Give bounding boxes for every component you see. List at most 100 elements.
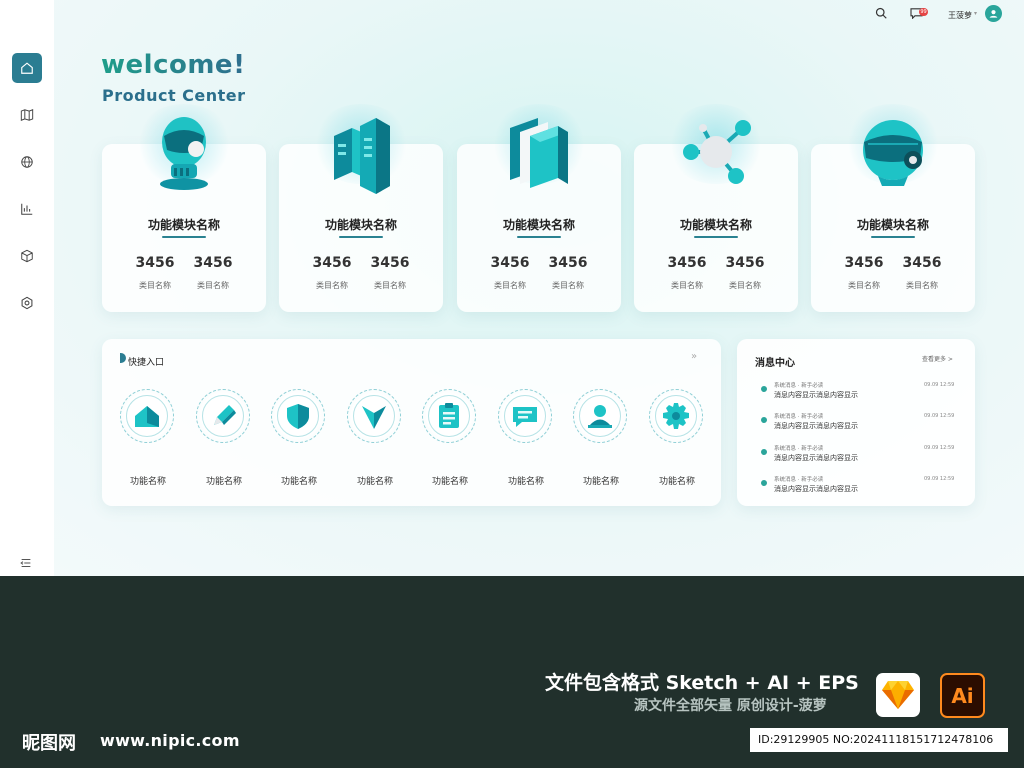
- stat-label: 类目名称: [848, 281, 880, 290]
- watermark-logo: 昵图网: [22, 733, 76, 754]
- bell-icon: [761, 449, 767, 455]
- module-title: 功能模块名称: [856, 218, 929, 232]
- message-type: 系统消息 · 新手必读: [774, 383, 824, 389]
- helmet-icon: [863, 120, 923, 186]
- stat-value: 3456: [490, 255, 530, 271]
- stat-value: 3456: [312, 255, 352, 271]
- stat-value: 3456: [844, 255, 884, 271]
- page-title: Product Center: [102, 86, 246, 105]
- message-center-title: 消息中心: [755, 358, 795, 369]
- section-marker: [120, 353, 126, 363]
- message-text: 消息内容显示消息内容显示: [774, 391, 858, 399]
- message-time: 09.09 12:59: [924, 382, 955, 388]
- message-time: 09.09 12:59: [924, 476, 955, 482]
- quick-item-label: 功能名称: [356, 477, 393, 487]
- stat-label: 类目名称: [552, 281, 584, 290]
- sidebar-item-chart[interactable]: [12, 194, 42, 224]
- file-stack-icon: [510, 118, 568, 188]
- quick-item-ring: [498, 389, 552, 443]
- username[interactable]: 王菠萝: [948, 10, 972, 21]
- quick-item-label: 功能名称: [582, 477, 619, 487]
- illustrator-logo: Ai: [940, 673, 985, 718]
- sidebar-item-globe[interactable]: [12, 147, 42, 177]
- molecule-icon: [683, 120, 751, 184]
- message-item[interactable]: 系统消息 · 新手必读 消息内容显示消息内容显示 09.09 12:59: [761, 412, 961, 436]
- pencil-icon: [214, 405, 236, 425]
- sidebar: [0, 0, 54, 576]
- bell-icon: [761, 480, 767, 486]
- banner-subline: 源文件全部矢量 原创设计-菠萝: [634, 698, 827, 714]
- buildings-icon: [334, 118, 390, 194]
- gear-icon: [663, 403, 689, 429]
- watermark-url: www.nipic.com: [100, 731, 240, 750]
- stat-label: 类目名称: [729, 281, 761, 290]
- stat-value: 3456: [902, 255, 942, 271]
- module-title: 功能模块名称: [679, 218, 752, 232]
- module-card-4[interactable]: 功能模块名称 3456 3456 类目名称 类目名称: [634, 104, 798, 312]
- collapse-menu-icon[interactable]: [19, 556, 33, 570]
- stat-label: 类目名称: [494, 281, 526, 290]
- quick-item-ring: [649, 389, 703, 443]
- message-time: 09.09 12:59: [924, 445, 955, 451]
- view-more-link[interactable]: 查看更多 >: [922, 354, 953, 363]
- shield-icon: [287, 404, 309, 429]
- robot-head-icon: [160, 117, 208, 190]
- user-icon: [588, 405, 612, 428]
- quick-item-label: 功能名称: [507, 477, 544, 487]
- globe-icon: [21, 156, 33, 168]
- app-window: 99 王菠萝 ▾ welcome! Product Center 功能模块名称 …: [0, 0, 1024, 576]
- quick-item-ring: [196, 389, 250, 443]
- module-card-2[interactable]: 功能模块名称 3456 3456 类目名称 类目名称: [279, 104, 443, 312]
- clipboard-icon: [439, 403, 459, 428]
- map-icon: [20, 109, 34, 121]
- quick-item-ring: [573, 389, 627, 443]
- message-item[interactable]: 系统消息 · 新手必读 消息内容显示消息内容显示 09.09 12:59: [761, 475, 961, 499]
- avatar[interactable]: [985, 5, 1002, 22]
- bell-icon: [761, 386, 767, 392]
- quick-entrance-panel: 快捷入口 » 功能名称 功能名称 功能名称 功能名称 功能名称 功能名称 功能名…: [102, 339, 721, 506]
- message-text: 消息内容显示消息内容显示: [774, 422, 858, 430]
- sidebar-item-box[interactable]: [12, 241, 42, 271]
- sketch-logo: [876, 673, 920, 717]
- title-underline: [694, 236, 738, 238]
- stat-label: 类目名称: [139, 281, 171, 290]
- sidebar-item-home[interactable]: [12, 53, 42, 83]
- welcome-heading: welcome!: [101, 50, 246, 80]
- module-card-3[interactable]: 功能模块名称 3456 3456 类目名称 类目名称: [457, 104, 621, 312]
- title-underline: [162, 236, 206, 238]
- module-title: 功能模块名称: [147, 218, 220, 232]
- stat-label: 类目名称: [671, 281, 703, 290]
- message-text: 消息内容显示消息内容显示: [774, 454, 858, 462]
- stat-label: 类目名称: [316, 281, 348, 290]
- message-center-panel: 消息中心 查看更多 > 系统消息 · 新手必读 消息内容显示消息内容显示 09.…: [737, 339, 975, 506]
- module-card-1[interactable]: 功能模块名称 3456 3456 类目名称 类目名称: [102, 104, 266, 312]
- quick-item-ring: [120, 389, 174, 443]
- navigation-arrow-icon: [362, 406, 386, 429]
- chevron-down-icon[interactable]: ▾: [974, 10, 977, 17]
- stat-label: 类目名称: [197, 281, 229, 290]
- title-underline: [871, 236, 915, 238]
- message-item[interactable]: 系统消息 · 新手必读 消息内容显示消息内容显示 09.09 12:59: [761, 444, 961, 468]
- message-type: 系统消息 · 新手必读: [774, 446, 824, 452]
- message-type: 系统消息 · 新手必读: [774, 414, 824, 420]
- message-item[interactable]: 系统消息 · 新手必读 消息内容显示消息内容显示 09.09 12:59: [761, 381, 961, 405]
- module-title: 功能模块名称: [502, 218, 575, 232]
- quick-more-button[interactable]: »: [691, 351, 697, 362]
- search-icon[interactable]: [875, 7, 887, 19]
- quick-item-ring: [422, 389, 476, 443]
- stat-value: 3456: [370, 255, 410, 271]
- sidebar-item-settings[interactable]: [12, 288, 42, 318]
- home-icon: [21, 62, 33, 74]
- title-underline: [339, 236, 383, 238]
- bar-chart-icon: [21, 203, 33, 215]
- stat-label: 类目名称: [906, 281, 938, 290]
- quick-item-label: 功能名称: [205, 477, 242, 487]
- stat-value: 3456: [135, 255, 175, 271]
- module-title: 功能模块名称: [324, 218, 397, 232]
- sidebar-item-map[interactable]: [12, 100, 42, 130]
- message-time: 09.09 12:59: [924, 413, 955, 419]
- stat-value: 3456: [548, 255, 588, 271]
- quick-item-label: 功能名称: [129, 477, 166, 487]
- module-card-5[interactable]: 功能模块名称 3456 3456 类目名称 类目名称: [811, 104, 975, 312]
- stat-value: 3456: [667, 255, 707, 271]
